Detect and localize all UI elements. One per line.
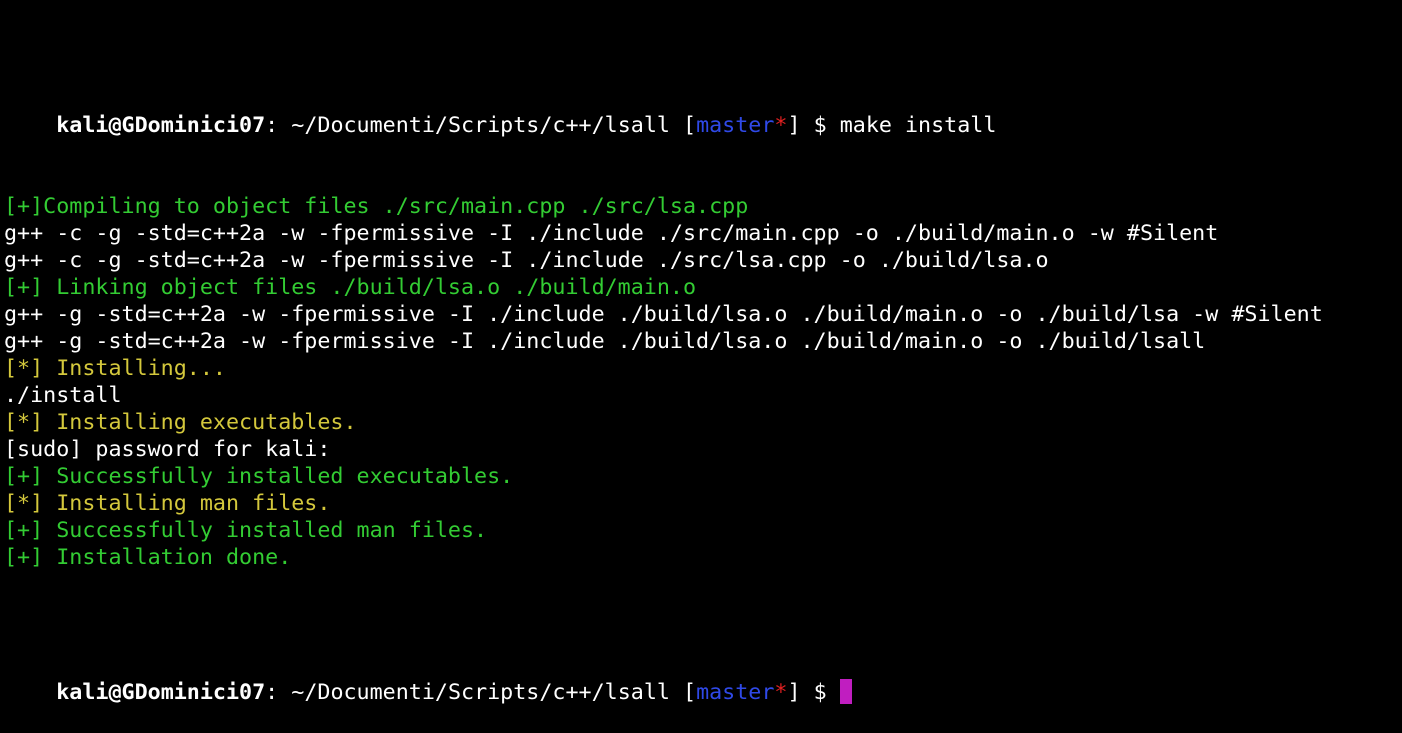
output-line: [sudo] password for kali:: [4, 437, 331, 462]
git-branch: master: [696, 113, 775, 138]
output-line: g++ -g -std=c++2a -w -fpermissive -I ./i…: [4, 302, 1323, 327]
output-line: [+] Successfully installed executables.: [4, 464, 514, 489]
output-line: g++ -c -g -std=c++2a -w -fpermissive -I …: [4, 221, 1219, 246]
prompt-path: ~/Documenti/Scripts/c++/lsall: [278, 680, 683, 705]
prompt-colon: :: [265, 113, 279, 138]
output-line: [+] Successfully installed man files.: [4, 518, 488, 543]
prompt-user-host: kali@GDominici07: [56, 113, 266, 138]
command-output: [+]Compiling to object files ./src/main.…: [4, 193, 1402, 571]
output-line: [+] Installation done.: [4, 545, 292, 570]
terminal-window[interactable]: kali@GDominici07: ~/Documenti/Scripts/c+…: [4, 4, 1402, 705]
prompt-path: ~/Documenti/Scripts/c++/lsall: [278, 113, 683, 138]
output-line: [+] Linking object files ./build/lsa.o .…: [4, 275, 697, 300]
terminal-cursor[interactable]: [839, 679, 852, 704]
git-dirty-marker: *: [774, 113, 788, 138]
prompt-bracket-close: ]: [787, 680, 801, 705]
prompt-symbol: $: [800, 680, 840, 705]
prompt-bracket-open: [: [683, 680, 697, 705]
git-branch: master: [696, 680, 775, 705]
prompt-symbol: $: [800, 113, 840, 138]
output-line: g++ -g -std=c++2a -w -fpermissive -I ./i…: [4, 329, 1206, 354]
output-line: [*] Installing executables.: [4, 410, 357, 435]
prompt-user-host: kali@GDominici07: [56, 680, 266, 705]
entered-command: make install: [839, 113, 997, 138]
prompt-bracket-close: ]: [787, 113, 801, 138]
prompt-line-command: kali@GDominici07: ~/Documenti/Scripts/c+…: [4, 85, 1402, 138]
prompt-bracket-open: [: [683, 113, 697, 138]
prompt-colon: :: [265, 680, 279, 705]
output-line: [+]Compiling to object files ./src/main.…: [4, 194, 749, 219]
output-line: g++ -c -g -std=c++2a -w -fpermissive -I …: [4, 248, 1049, 273]
prompt-line-current[interactable]: kali@GDominici07: ~/Documenti/Scripts/c+…: [4, 652, 1402, 705]
output-line: [*] Installing man files.: [4, 491, 331, 516]
output-line: [*] Installing...: [4, 356, 226, 381]
output-line: ./install: [4, 383, 122, 408]
git-dirty-marker: *: [774, 680, 788, 705]
